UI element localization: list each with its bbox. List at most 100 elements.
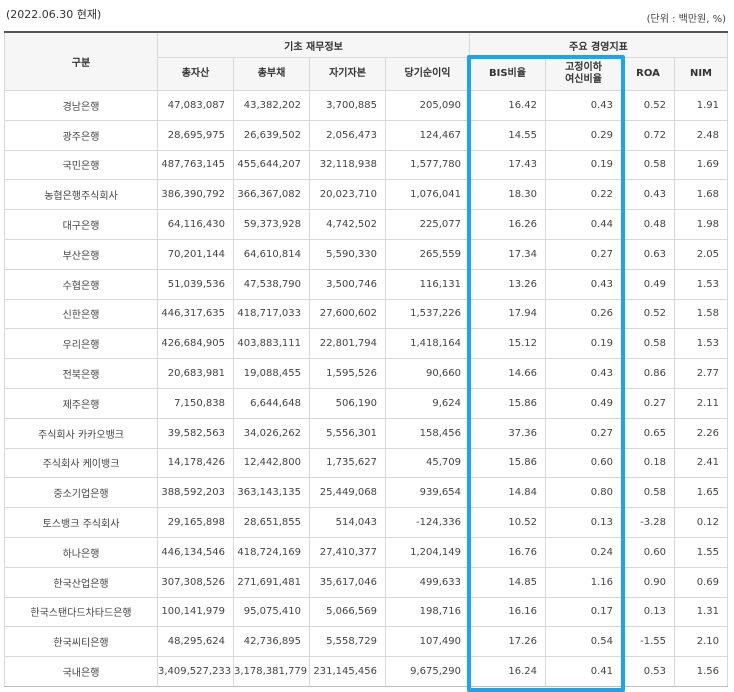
- equity-cell: 4,742,502: [309, 209, 386, 240]
- equity-cell: 32,118,938: [309, 149, 386, 181]
- roa-cell: -1.55: [621, 626, 675, 658]
- bank-name-cell: 대구은행: [4, 209, 158, 240]
- table-row: 국민은행 487,763,145 455,644,207 32,118,938 1,57…: [4, 149, 728, 181]
- total-liabilities-cell: 47,538,790: [233, 268, 310, 300]
- npl-ratio-cell: 0.13: [545, 507, 622, 538]
- equity-cell: 231,145,456: [309, 656, 386, 687]
- bank-name-cell: 신한은행: [4, 298, 158, 330]
- bis-ratio-cell: 37.36: [469, 417, 546, 449]
- nim-cell: 1.31: [674, 596, 728, 628]
- bis-ratio-cell: 14.55: [469, 119, 546, 151]
- total-assets-cell: 7,150,838: [157, 387, 234, 419]
- total-assets-cell: 39,582,563: [157, 417, 234, 449]
- header-group-key: 주요 경영지표: [469, 31, 728, 58]
- nim-cell: 1.65: [674, 477, 728, 509]
- npl-ratio-cell: 0.43: [545, 358, 622, 389]
- nim-cell: 0.12: [674, 507, 728, 538]
- roa-cell: 0.18: [621, 447, 675, 479]
- table-row: 국내은행 3,409,527,233 3,178,381,779 231,145,45…: [4, 656, 728, 687]
- roa-cell: 0.52: [621, 90, 675, 121]
- bank-name-cell: 하나은행: [4, 536, 158, 568]
- total-liabilities-cell: 6,644,648: [233, 387, 310, 419]
- roa-cell: 0.58: [621, 328, 675, 360]
- table-row: 주식회사 케이뱅크 14,178,426 12,442,800 1,735,627 45…: [4, 447, 728, 479]
- npl-ratio-cell: 0.22: [545, 179, 622, 211]
- header-gubun: 구분: [4, 31, 158, 91]
- net-income-cell: 9,624: [385, 387, 470, 419]
- nim-cell: 1.56: [674, 656, 728, 687]
- bis-ratio-cell: 18.30: [469, 179, 546, 211]
- nim-cell: 2.77: [674, 358, 728, 389]
- net-income-cell: 9,675,290: [385, 656, 470, 687]
- equity-cell: 1,595,526: [309, 358, 386, 389]
- total-liabilities-cell: 418,724,169: [233, 536, 310, 568]
- npl-ratio-cell: 0.41: [545, 656, 622, 687]
- roa-cell: 0.53: [621, 656, 675, 687]
- npl-ratio-cell: 0.29: [545, 119, 622, 151]
- bis-ratio-cell: 17.43: [469, 149, 546, 181]
- net-income-cell: 1,076,041: [385, 179, 470, 211]
- total-liabilities-cell: 42,736,895: [233, 626, 310, 658]
- roa-cell: 0.58: [621, 477, 675, 509]
- equity-cell: 5,066,569: [309, 596, 386, 628]
- total-assets-cell: 388,592,203: [157, 477, 234, 509]
- header-row-group: 구분 기초 재무정보 주요 경영지표: [4, 31, 728, 91]
- bank-name-cell: 한국씨티은행: [4, 626, 158, 658]
- total-assets-cell: 28,695,975: [157, 119, 234, 151]
- net-income-cell: 1,537,226: [385, 298, 470, 330]
- total-assets-cell: 64,116,430: [157, 209, 234, 240]
- bank-name-cell: 주식회사 카카오뱅크: [4, 417, 158, 449]
- roa-cell: -3.28: [621, 507, 675, 538]
- total-assets-cell: 426,684,905: [157, 328, 234, 360]
- nim-cell: 1.53: [674, 328, 728, 360]
- npl-ratio-cell: 0.17: [545, 596, 622, 628]
- nim-cell: 1.98: [674, 209, 728, 240]
- bis-ratio-cell: 17.26: [469, 626, 546, 658]
- total-liabilities-cell: 43,382,202: [233, 90, 310, 121]
- npl-ratio-cell: 0.26: [545, 298, 622, 330]
- total-assets-cell: 3,409,527,233: [157, 656, 234, 687]
- table-row: 토스뱅크 주식회사 29,165,898 28,651,855 514,043 -124…: [4, 507, 728, 538]
- equity-cell: 27,410,377: [309, 536, 386, 568]
- header-roa: ROA: [621, 57, 675, 91]
- npl-ratio-cell: 0.44: [545, 209, 622, 240]
- equity-cell: 5,590,330: [309, 238, 386, 270]
- roa-cell: 0.48: [621, 209, 675, 240]
- total-liabilities-cell: 64,610,814: [233, 238, 310, 270]
- npl-ratio-cell: 0.49: [545, 387, 622, 419]
- net-income-cell: 1,577,780: [385, 149, 470, 181]
- bank-name-cell: 농협은행주식회사: [4, 179, 158, 211]
- equity-cell: 5,556,301: [309, 417, 386, 449]
- equity-cell: 506,190: [309, 387, 386, 419]
- roa-cell: 0.58: [621, 149, 675, 181]
- header-npl-line2: 여신비율: [565, 74, 602, 85]
- equity-cell: 22,801,794: [309, 328, 386, 360]
- nim-cell: 2.10: [674, 626, 728, 658]
- nim-cell: 0.69: [674, 566, 728, 598]
- bank-name-cell: 제주은행: [4, 387, 158, 419]
- table-row: 중소기업은행 388,592,203 363,143,135 25,449,068 93…: [4, 477, 728, 509]
- net-income-cell: 265,559: [385, 238, 470, 270]
- npl-ratio-cell: 0.27: [545, 417, 622, 449]
- total-liabilities-cell: 3,178,381,779: [233, 656, 310, 687]
- equity-cell: 35,617,046: [309, 566, 386, 598]
- nim-cell: 1.55: [674, 536, 728, 568]
- net-income-cell: -124,336: [385, 507, 470, 538]
- table-row: 경남은행 47,083,087 43,382,202 3,700,885 205,090…: [4, 90, 728, 121]
- bis-ratio-cell: 15.86: [469, 387, 546, 419]
- net-income-cell: 939,654: [385, 477, 470, 509]
- net-income-cell: 1,418,164: [385, 328, 470, 360]
- total-liabilities-cell: 418,717,033: [233, 298, 310, 330]
- nim-cell: 1.69: [674, 149, 728, 181]
- bank-name-cell: 전북은행: [4, 358, 158, 389]
- bis-ratio-cell: 16.26: [469, 209, 546, 240]
- table-row: 전북은행 20,683,981 19,088,455 1,595,526 90,660 1…: [4, 358, 728, 389]
- bis-ratio-cell: 16.16: [469, 596, 546, 628]
- bank-name-cell: 토스뱅크 주식회사: [4, 507, 158, 538]
- total-liabilities-cell: 271,691,481: [233, 566, 310, 598]
- net-income-cell: 198,716: [385, 596, 470, 628]
- equity-cell: 3,500,746: [309, 268, 386, 300]
- table-row: 하나은행 446,134,546 418,724,169 27,410,377 1,20…: [4, 536, 728, 568]
- header-npl-line1: 고정이하: [565, 62, 602, 73]
- equity-cell: 25,449,068: [309, 477, 386, 509]
